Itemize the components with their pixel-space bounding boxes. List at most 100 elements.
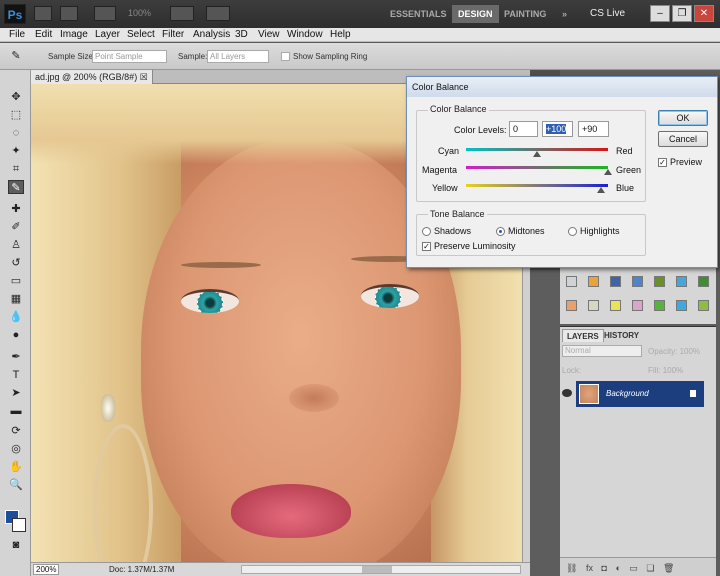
cancel-button[interactable]: Cancel [658, 131, 708, 147]
color-level-magenta-green[interactable]: +100 [542, 121, 573, 137]
marquee-tool-icon[interactable]: ⬚ [8, 108, 24, 122]
type-tool-icon[interactable]: T [8, 368, 24, 382]
menu-filter[interactable]: Filter [162, 29, 184, 40]
crop-tool-icon[interactable]: ⌗ [8, 162, 24, 176]
menu-window[interactable]: Window [287, 29, 323, 40]
scroll-thumb[interactable] [362, 566, 392, 573]
swatch[interactable] [654, 300, 665, 311]
color-level-cyan-red[interactable]: 0 [509, 121, 538, 137]
healing-tool-icon[interactable]: ✚ [8, 202, 24, 216]
eyedropper-tool-icon[interactable]: ✎ [8, 180, 24, 194]
horizontal-scrollbar[interactable] [241, 565, 521, 574]
arrange-documents-button[interactable] [170, 6, 194, 21]
3d-rotate-tool-icon[interactable]: ⟳ [8, 424, 24, 438]
3d-orbit-tool-icon[interactable]: ◎ [8, 442, 24, 456]
document-tab[interactable]: ad.jpg @ 200% (RGB/8#) ☒ [31, 70, 153, 84]
zoom-field[interactable]: 200% [33, 564, 59, 575]
group-icon[interactable]: ▭ [629, 563, 638, 573]
close-tab-icon[interactable]: ☒ [140, 72, 148, 82]
ok-button[interactable]: OK [658, 110, 708, 126]
tab-layers[interactable]: LAYERS [562, 329, 604, 342]
move-tool-icon[interactable]: ✥ [8, 90, 24, 104]
menu-view[interactable]: View [258, 29, 280, 40]
swatch[interactable] [698, 300, 709, 311]
sample-select[interactable]: All Layers [207, 50, 269, 63]
show-sampling-ring-checkbox[interactable] [281, 52, 290, 61]
swatch[interactable] [654, 276, 665, 287]
swatch[interactable] [676, 276, 687, 287]
blend-mode-select[interactable]: Normal [562, 345, 642, 357]
fill-control[interactable]: Fill: 100% [648, 366, 683, 375]
swatch[interactable] [632, 300, 643, 311]
swatch[interactable] [566, 300, 577, 311]
swatch[interactable] [566, 276, 577, 287]
background-color-swatch[interactable] [12, 518, 26, 532]
eraser-tool-icon[interactable]: ▭ [8, 274, 24, 288]
app-zoom-level[interactable]: 100% [128, 8, 151, 18]
tab-history[interactable]: HISTORY [600, 329, 643, 342]
blur-tool-icon[interactable]: 💧 [8, 310, 24, 324]
screen-mode-button[interactable] [206, 6, 230, 21]
eyedropper-icon[interactable]: ✎ [8, 49, 24, 63]
layer-visibility-icon[interactable] [562, 389, 572, 397]
view-extras-button[interactable] [94, 6, 116, 21]
magenta-green-slider-knob[interactable] [604, 169, 612, 175]
swatch[interactable] [588, 276, 599, 287]
swatch[interactable] [610, 276, 621, 287]
layer-row-background[interactable]: Background [576, 381, 704, 407]
lasso-tool-icon[interactable]: ◌ [8, 126, 24, 140]
workspace-design[interactable]: DESIGN [452, 5, 499, 23]
pen-tool-icon[interactable]: ✒ [8, 350, 24, 364]
shape-tool-icon[interactable]: ▬ [8, 404, 24, 418]
quick-select-tool-icon[interactable]: ✦ [8, 144, 24, 158]
dodge-tool-icon[interactable]: ● [8, 328, 24, 342]
history-brush-tool-icon[interactable]: ↺ [8, 256, 24, 270]
brush-tool-icon[interactable]: ✐ [8, 220, 24, 234]
yellow-blue-slider[interactable] [466, 184, 608, 187]
workspace-painting[interactable]: PAINTING [498, 5, 552, 23]
delete-layer-icon[interactable]: 🗑 [663, 563, 674, 573]
opacity-value[interactable]: 100% [680, 347, 700, 356]
close-icon[interactable]: ✕ [694, 5, 714, 22]
cs-live-button[interactable]: CS Live [590, 5, 625, 23]
radio-shadows[interactable] [422, 227, 431, 236]
clone-stamp-tool-icon[interactable]: ♙ [8, 238, 24, 252]
swatch[interactable] [698, 276, 709, 287]
adjustment-layer-icon[interactable]: ◐ [615, 563, 620, 573]
link-layers-icon[interactable]: ⛓ [566, 563, 577, 573]
fill-value[interactable]: 100% [663, 366, 683, 375]
minibridge-button[interactable] [60, 6, 78, 21]
swatch[interactable] [632, 276, 643, 287]
new-layer-icon[interactable]: ❏ [646, 563, 654, 573]
menu-edit[interactable]: Edit [35, 29, 52, 40]
preserve-luminosity-checkbox[interactable]: ✓ [422, 242, 431, 251]
magenta-green-slider[interactable] [466, 166, 608, 169]
restore-icon[interactable]: ❐ [672, 5, 692, 22]
menu-image[interactable]: Image [60, 29, 88, 40]
color-level-yellow-blue[interactable]: +90 [578, 121, 609, 137]
workspace-essentials[interactable]: ESSENTIALS [384, 5, 453, 23]
sample-size-select[interactable]: Point Sample [92, 50, 167, 63]
layer-style-icon[interactable]: fx [586, 563, 593, 573]
preview-checkbox[interactable]: ✓ [658, 158, 667, 167]
bridge-button[interactable] [34, 6, 52, 21]
yellow-blue-slider-knob[interactable] [596, 187, 605, 193]
swatch[interactable] [588, 300, 599, 311]
menu-help[interactable]: Help [330, 29, 351, 40]
menu-3d[interactable]: 3D [235, 29, 248, 40]
more-workspaces-icon[interactable]: » [556, 5, 573, 23]
gradient-tool-icon[interactable]: ▦ [8, 292, 24, 306]
quick-mask-icon[interactable]: ◙ [8, 538, 24, 552]
menu-select[interactable]: Select [127, 29, 155, 40]
radio-highlights[interactable] [568, 227, 577, 236]
hand-tool-icon[interactable]: ✋ [8, 460, 24, 474]
swatch[interactable] [610, 300, 621, 311]
menu-file[interactable]: File [9, 29, 25, 40]
path-select-tool-icon[interactable]: ➤ [8, 386, 24, 400]
opacity-control[interactable]: Opacity: 100% [648, 347, 700, 356]
cyan-red-slider-knob[interactable] [533, 151, 541, 157]
menu-layer[interactable]: Layer [95, 29, 120, 40]
menu-analysis[interactable]: Analysis [193, 29, 230, 40]
layer-mask-icon[interactable]: ◘ [601, 563, 606, 573]
swatch[interactable] [676, 300, 687, 311]
